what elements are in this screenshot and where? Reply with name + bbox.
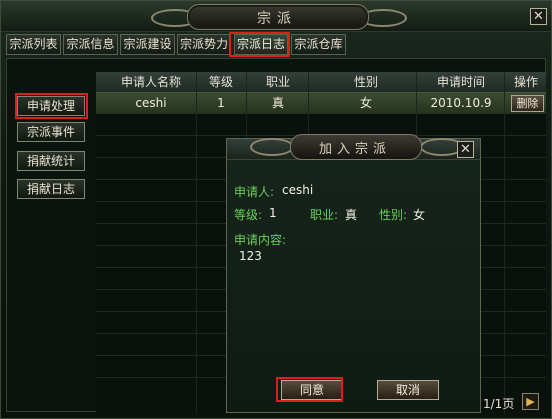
applicant-label: 申请人: (234, 185, 275, 199)
content-label: 申请内容: (234, 233, 287, 247)
tab-sect-info[interactable]: 宗派信息 (63, 34, 118, 55)
header-level: 等级 (208, 75, 233, 89)
tab-sect-build[interactable]: 宗派建设 (120, 34, 175, 55)
header-gender: 性别 (353, 75, 378, 89)
window-title: 宗派 (257, 11, 297, 27)
level-value: 1 (269, 206, 277, 220)
dialog-close-icon[interactable]: ✕ (457, 141, 474, 158)
level-label: 等级: (234, 208, 263, 222)
column-divider (504, 72, 505, 414)
cell-name: ceshi (135, 96, 167, 110)
table-header: 申请人名称 等级 职业 性别 申请时间 操作 (96, 72, 546, 93)
delete-button[interactable]: 删除 (511, 95, 544, 112)
page-indicator: 1/1页 (483, 397, 515, 411)
header-name: 申请人名称 (120, 75, 181, 89)
sidebar-item-events[interactable]: 宗派事件 (17, 122, 85, 142)
tab-sect-list[interactable]: 宗派列表 (6, 34, 61, 55)
dialog-title: 加入宗派 (318, 142, 391, 157)
header-action: 操作 (513, 75, 538, 89)
tab-sect-storage[interactable]: 宗派仓库 (291, 34, 346, 55)
gender-label: 性别: (379, 208, 408, 222)
column-divider (196, 72, 197, 414)
tab-sect-power[interactable]: 宗派势力 (177, 34, 231, 55)
sidebar-item-donation-stats[interactable]: 捐献统计 (17, 151, 85, 171)
header-time: 申请时间 (436, 75, 485, 89)
next-page-icon[interactable]: ▶ (522, 393, 539, 410)
applicant-value: ceshi (282, 183, 314, 197)
join-sect-dialog: 申请人: ceshi 等级: 1 职业: 真 性别: 女 申请内容: 123 同… (226, 138, 481, 413)
cell-time: 2010.10.9 (430, 96, 492, 110)
gender-value: 女 (413, 208, 426, 222)
sidebar-item-application[interactable]: 申请处理 (17, 96, 85, 116)
cancel-button[interactable]: 取消 (377, 380, 439, 400)
window-close-icon[interactable]: ✕ (530, 8, 547, 25)
cell-class: 真 (271, 96, 284, 110)
cell-gender: 女 (359, 96, 372, 110)
class-label: 职业: (310, 208, 339, 222)
tab-sect-log[interactable]: 宗派日志 (234, 34, 288, 55)
class-value: 真 (345, 208, 358, 222)
sidebar-item-donation-log[interactable]: 捐献日志 (17, 179, 85, 199)
dialog-left-ornament-icon (250, 138, 294, 156)
content-value: 123 (239, 249, 262, 263)
table-row[interactable]: ceshi 1 真 女 2010.10.9 删除 (96, 93, 546, 114)
cell-level: 1 (217, 96, 225, 110)
header-class: 职业 (265, 75, 290, 89)
agree-button[interactable]: 同意 (281, 380, 343, 400)
